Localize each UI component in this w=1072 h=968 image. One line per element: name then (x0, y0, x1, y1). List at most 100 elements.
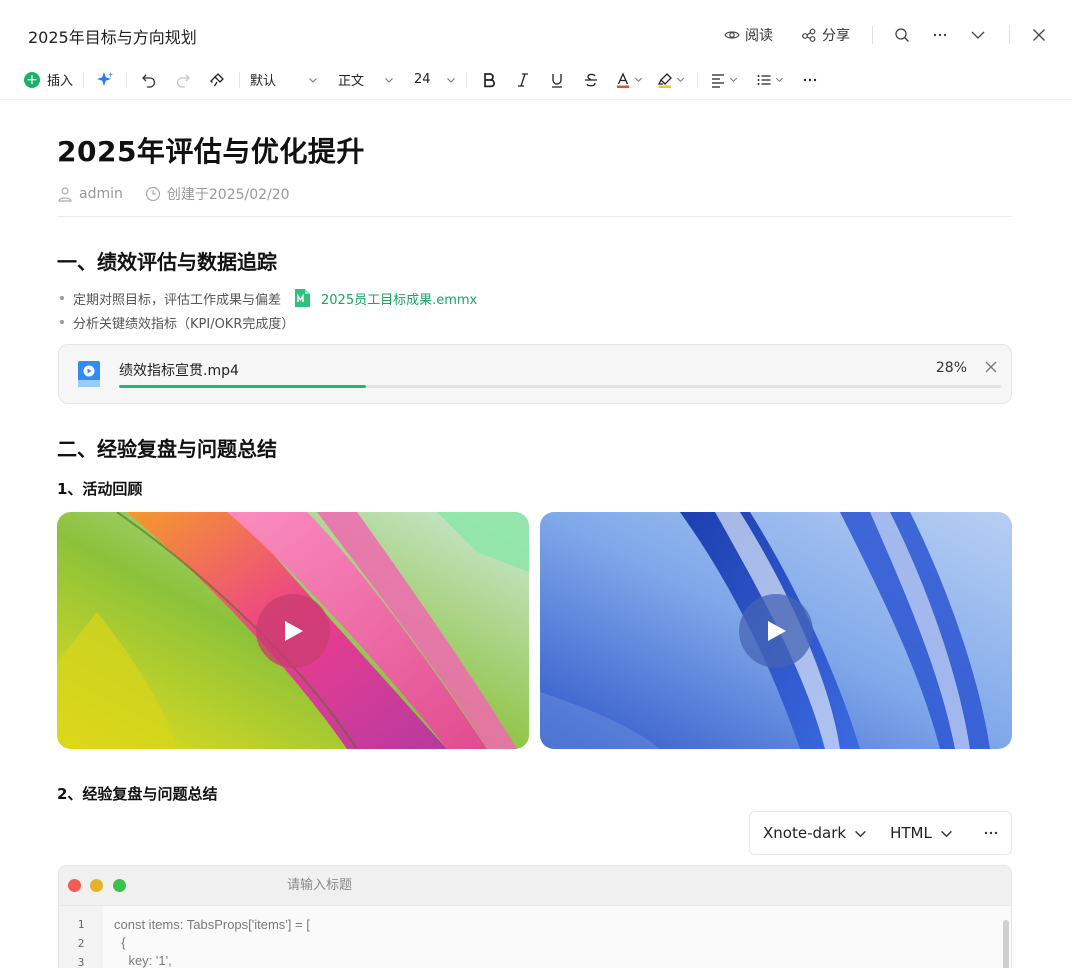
attachment-name: 2025员工目标成果.emmx (321, 292, 478, 308)
more-icon (984, 831, 998, 835)
green-dot (113, 879, 126, 892)
font-size-value: 24 (414, 72, 431, 87)
code-line: { (114, 935, 126, 950)
share-label: 分享 (822, 28, 850, 44)
undo-icon (142, 74, 156, 88)
play-icon (285, 620, 303, 641)
font-color-icon (617, 71, 630, 88)
underline-button[interactable] (545, 68, 569, 92)
font-family-value: 默认 (250, 74, 277, 89)
redo-icon (176, 74, 190, 88)
divider (57, 216, 1012, 217)
code-block-toolbar: Xnote-dark HTML (749, 811, 1012, 855)
highlighter-icon (657, 72, 672, 88)
section-heading-2[interactable]: 二、经验复盘与问题总结 (57, 433, 277, 462)
video-thumbnail-1[interactable] (57, 512, 529, 749)
language-value: HTML (890, 824, 932, 842)
upload-file-name: 绩效指标宣贯.mp4 (119, 363, 239, 379)
cancel-upload-button[interactable] (983, 359, 999, 375)
chevron-down-icon (855, 830, 866, 837)
document-meta: admin 创建于2025/02/20 (57, 184, 312, 204)
language-select[interactable]: HTML (890, 824, 953, 842)
close-button[interactable] (1030, 26, 1048, 44)
align-left-icon (712, 73, 725, 88)
video-upload-card: 绩效指标宣贯.mp4 28% (58, 344, 1012, 404)
insert-button[interactable]: + 插入 (24, 68, 73, 92)
bold-icon (484, 72, 495, 87)
divider (83, 71, 85, 88)
more-icon (803, 78, 817, 81)
font-size-select[interactable]: 24 (414, 68, 456, 92)
format-painter-icon (210, 72, 224, 86)
divider (466, 71, 468, 88)
code-title-input[interactable]: 请输入标题 (287, 874, 352, 893)
line-number: 3 (77, 956, 85, 968)
divider (1009, 26, 1010, 44)
divider (239, 71, 241, 88)
strikethrough-button[interactable] (579, 68, 603, 92)
chevron-down-icon (940, 830, 952, 837)
scrollbar[interactable] (1003, 920, 1009, 968)
code-block: 请输入标题 1 2 3 const items: TabsProps['item… (58, 865, 1012, 968)
more-icon (933, 33, 947, 37)
redo-button[interactable] (171, 68, 195, 92)
close-icon (1033, 29, 1045, 41)
code-editor[interactable]: 1 2 3 const items: TabsProps['items'] = … (59, 906, 1011, 968)
attachment-link[interactable]: 2025员工目标成果.emmx (293, 288, 477, 308)
section-heading-1[interactable]: 一、绩效评估与数据追踪 (57, 246, 277, 275)
title-bar-actions: 阅读 分享 (696, 22, 1048, 48)
undo-button[interactable] (137, 68, 161, 92)
divider (697, 71, 699, 88)
list-item[interactable]: 定期对照目标，评估工作成果与偏差 2025员工目标成果.emmx (57, 286, 477, 310)
subsection-heading-1[interactable]: 1、活动回顾 (57, 478, 142, 499)
list-item-text: 分析关键绩效指标（KPI/OKR完成度） (73, 316, 295, 332)
chevron-down-icon (730, 77, 738, 83)
chevron-down-icon (447, 77, 455, 83)
subsection-heading-2[interactable]: 2、经验复盘与问题总结 (57, 783, 217, 804)
code-more-button[interactable] (983, 825, 999, 841)
more-button[interactable] (931, 26, 949, 44)
read-button[interactable]: 阅读 (724, 25, 773, 45)
chevron-down-icon (635, 77, 643, 83)
video-thumbnail-2[interactable] (540, 512, 1012, 749)
align-button[interactable] (708, 68, 740, 92)
paragraph-style-value: 正文 (338, 74, 365, 89)
code-line: key: '1', (114, 953, 172, 968)
list-item-text: 定期对照目标，评估工作成果与偏差 (73, 292, 282, 308)
font-family-select[interactable]: 默认 (250, 68, 318, 92)
format-painter-button[interactable] (205, 68, 229, 92)
italic-icon (518, 72, 529, 87)
page-title[interactable]: 2025年评估与优化提升 (57, 130, 365, 170)
paragraph-style-select[interactable]: 正文 (338, 68, 394, 92)
ai-button[interactable] (94, 68, 116, 92)
share-button[interactable]: 分享 (801, 25, 850, 45)
line-number: 1 (77, 918, 85, 931)
author-name: admin (79, 186, 123, 202)
highlight-button[interactable] (655, 68, 687, 92)
insert-label: 插入 (47, 74, 74, 89)
play-button[interactable] (256, 593, 330, 668)
author: admin (57, 186, 123, 202)
upload-progress-fill (119, 385, 366, 388)
search-button[interactable] (893, 26, 911, 44)
list-button[interactable] (754, 68, 786, 92)
chevron-down-icon (677, 77, 685, 83)
read-label: 阅读 (745, 28, 773, 44)
play-button[interactable] (739, 593, 813, 668)
collapse-button[interactable] (969, 26, 987, 44)
created-date: 创建于2025/02/20 (145, 184, 290, 204)
more-tools-button[interactable] (798, 68, 822, 92)
chevron-down-icon (385, 77, 393, 83)
eye-icon (724, 31, 740, 39)
bold-button[interactable] (477, 68, 501, 92)
italic-button[interactable] (511, 68, 535, 92)
theme-select[interactable]: Xnote-dark (763, 824, 867, 842)
red-dot (68, 879, 81, 892)
user-icon (58, 187, 72, 202)
code-block-header: 请输入标题 (59, 866, 1011, 906)
font-color-button[interactable] (613, 68, 645, 92)
divider (126, 71, 128, 88)
line-number: 2 (77, 937, 85, 950)
list-item[interactable]: 分析关键绩效指标（KPI/OKR完成度） (57, 310, 477, 334)
play-icon (768, 620, 786, 641)
